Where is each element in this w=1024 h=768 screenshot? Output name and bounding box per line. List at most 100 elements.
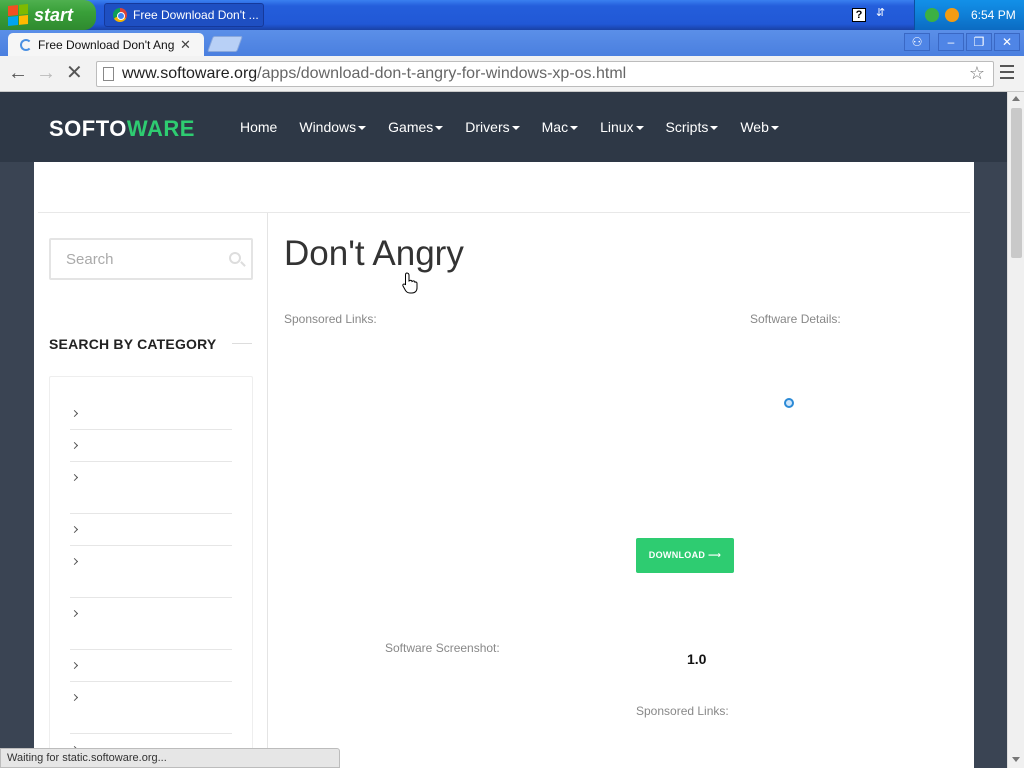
back-arrow-icon[interactable]: ←	[8, 63, 28, 83]
new-tab-button[interactable]	[207, 36, 243, 52]
caret-down-icon	[570, 126, 579, 131]
chrome-menu-icon[interactable]	[1000, 65, 1014, 83]
divider	[38, 212, 970, 213]
sponsored-links-label: Sponsored Links:	[284, 312, 377, 326]
software-screenshot-label: Software Screenshot:	[385, 641, 500, 655]
start-label: start	[34, 4, 74, 25]
url-path: /apps/download-don-t-angry-for-windows-x…	[257, 65, 627, 82]
maximize-button[interactable]: ❐	[966, 33, 992, 51]
loading-spinner-icon	[20, 38, 32, 51]
logo-part-1: SOFTO	[49, 116, 127, 141]
page-viewport: SOFTOWARE Home Windows Games Drivers Mac…	[0, 92, 1007, 768]
chevron-right-icon	[70, 441, 79, 450]
taskbar-chrome-window[interactable]: Free Download Don't ...	[104, 3, 264, 27]
category-item[interactable]	[70, 657, 232, 682]
category-item[interactable]	[70, 553, 232, 598]
column-divider	[267, 213, 268, 768]
network-icon[interactable]	[925, 8, 939, 22]
site-header: SOFTOWARE Home Windows Games Drivers Mac…	[0, 92, 1007, 162]
browser-tab-strip: Free Download Don't Angry ✕ ⚇ – ❐ ✕	[0, 30, 1024, 56]
ie-icon	[784, 398, 794, 408]
category-item[interactable]	[70, 605, 232, 650]
caret-down-icon	[710, 126, 719, 131]
restore-arrows-icon[interactable]: ⇵	[876, 6, 885, 19]
chevron-right-icon	[70, 409, 79, 418]
caret-down-icon	[511, 126, 520, 131]
nav-scripts[interactable]: Scripts	[666, 119, 719, 135]
nav-label: Scripts	[665, 119, 709, 135]
minimize-button[interactable]: –	[938, 33, 964, 51]
nav-windows[interactable]: Windows	[299, 119, 367, 135]
caret-down-icon	[770, 126, 779, 131]
scroll-up-arrow-icon[interactable]	[1012, 96, 1020, 101]
chrome-icon	[113, 8, 127, 22]
caret-down-icon	[435, 126, 444, 131]
scrollbar-thumb[interactable]	[1011, 108, 1022, 258]
close-tab-icon[interactable]: ✕	[180, 37, 191, 53]
category-heading: SEARCH BY CATEGORY	[49, 336, 217, 352]
browser-toolbar: ← → ✕ www.softoware.org/apps/download-do…	[0, 56, 1024, 92]
category-item[interactable]	[70, 521, 232, 546]
address-bar[interactable]: www.softoware.org/apps/download-don-t-an…	[96, 61, 994, 87]
nav-games[interactable]: Games	[388, 119, 444, 135]
user-profile-icon[interactable]: ⚇	[904, 33, 930, 51]
nav-web[interactable]: Web	[740, 119, 779, 135]
chevron-right-icon	[70, 609, 79, 618]
search-tray-icon[interactable]	[945, 8, 959, 22]
windows-logo-icon	[8, 3, 28, 27]
nav-mac[interactable]: Mac	[541, 119, 579, 135]
hand-cursor-icon	[402, 272, 418, 294]
search-icon[interactable]	[229, 252, 241, 264]
nav-label: Mac	[541, 119, 569, 135]
category-list	[49, 376, 253, 768]
category-item[interactable]	[70, 689, 232, 734]
site-logo[interactable]: SOFTOWARE	[49, 116, 195, 142]
heading-rule	[232, 343, 252, 344]
download-button[interactable]: DOWNLOAD ⟶	[636, 538, 734, 573]
clock: 6:54 PM	[971, 8, 1016, 22]
version-value: 1.0	[687, 651, 707, 667]
help-icon[interactable]: ?	[852, 8, 866, 22]
nav-label: Web	[740, 119, 769, 135]
window-controls: ⚇ – ❐ ✕	[904, 33, 1020, 51]
url-host: www.softoware.org	[122, 65, 258, 82]
content-panel: Search SEARCH BY CATEGORY Don't Angry Sp…	[34, 162, 974, 768]
chevron-right-icon	[70, 473, 79, 482]
nav-label: Linux	[600, 119, 634, 135]
bookmark-star-icon[interactable]: ☆	[969, 63, 985, 84]
software-details-label: Software Details:	[750, 312, 841, 326]
sponsored-links-label-2: Sponsored Links:	[636, 704, 729, 718]
sidebar-search-input[interactable]: Search	[49, 238, 253, 280]
chevron-right-icon	[70, 661, 79, 670]
chevron-right-icon	[70, 693, 79, 702]
main-nav: Home Windows Games Drivers Mac Linux Scr…	[240, 119, 801, 135]
browser-tab-active[interactable]: Free Download Don't Angry ✕	[8, 33, 204, 56]
nav-label: Home	[240, 119, 278, 135]
system-tray: 6:54 PM	[914, 0, 1024, 30]
start-button[interactable]: start	[0, 0, 96, 30]
search-placeholder: Search	[66, 250, 114, 268]
status-bar: Waiting for static.softoware.org...	[0, 748, 340, 768]
category-item[interactable]	[70, 469, 232, 514]
forward-arrow-icon[interactable]: →	[36, 63, 56, 83]
nav-drivers[interactable]: Drivers	[465, 119, 520, 135]
logo-part-2: WARE	[126, 116, 195, 141]
close-window-button[interactable]: ✕	[994, 33, 1020, 51]
category-item[interactable]	[70, 405, 232, 430]
caret-down-icon	[358, 126, 367, 131]
category-item[interactable]	[70, 437, 232, 462]
caret-down-icon	[635, 126, 644, 131]
tab-title: Free Download Don't Angry	[38, 37, 174, 52]
nav-label: Drivers	[465, 119, 510, 135]
nav-home[interactable]: Home	[240, 119, 277, 135]
scroll-down-arrow-icon[interactable]	[1012, 757, 1020, 762]
chevron-right-icon	[70, 557, 79, 566]
nav-label: Games	[388, 119, 434, 135]
page-scrollbar[interactable]	[1007, 92, 1024, 768]
chevron-right-icon	[70, 525, 79, 534]
nav-linux[interactable]: Linux	[600, 119, 644, 135]
page-title: Don't Angry	[284, 234, 464, 273]
taskbar-window-title: Free Download Don't ...	[133, 8, 259, 22]
windows-taskbar: start Free Download Don't ... ? ⇵ 6:54 P…	[0, 0, 1024, 30]
stop-loading-icon[interactable]: ✕	[66, 63, 83, 83]
